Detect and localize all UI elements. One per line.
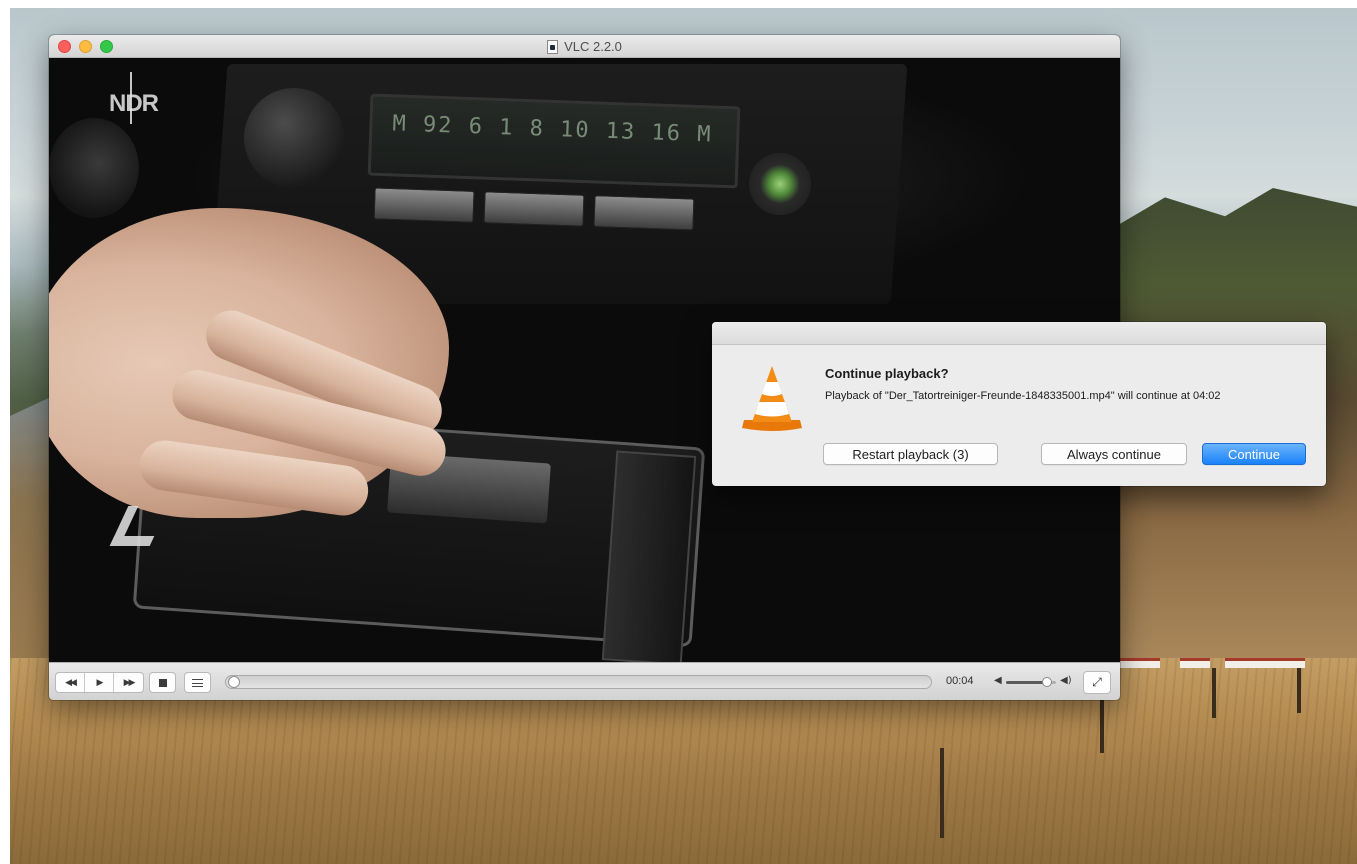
radio-button (373, 187, 475, 223)
channel-logo: NDR (109, 90, 159, 117)
radio-button (483, 191, 585, 227)
fullscreen-icon: ⤢ (1092, 675, 1102, 689)
playlist-button[interactable] (184, 672, 211, 693)
fence-post (940, 748, 944, 838)
cone-stripe-bottom (755, 402, 789, 417)
volume-knob[interactable] (1042, 677, 1052, 687)
always-continue-button[interactable]: Always continue (1041, 443, 1187, 465)
seek-bar[interactable] (225, 675, 932, 689)
radio-button (593, 195, 695, 231)
cassette-faceplate (601, 450, 697, 662)
volume-high-icon[interactable]: ◀) (1060, 675, 1072, 686)
window-title-wrap: VLC 2.2.0 (49, 35, 1120, 58)
rewind-icon[interactable]: ◀◀ (56, 673, 85, 692)
playback-controller: ◀◀ ▶ ▶▶ 00:04 ◀ ◀) ⤢ (49, 662, 1120, 700)
dialog-titlebar (712, 322, 1326, 345)
house (1120, 658, 1160, 668)
stop-icon (158, 678, 167, 687)
cone-stripe-top (762, 382, 782, 396)
continue-button[interactable]: Continue (1202, 443, 1306, 465)
play-icon[interactable]: ▶ (85, 673, 114, 692)
fence-post (1297, 668, 1301, 713)
dialog-message: Playback of "Der_Tatortreiniger-Freunde-… (825, 390, 1221, 402)
stop-button[interactable] (149, 672, 176, 693)
fullscreen-button[interactable]: ⤢ (1083, 671, 1111, 694)
fast-forward-icon[interactable]: ▶▶ (114, 673, 143, 692)
time-label: 00:04 (946, 675, 974, 687)
green-jack (749, 153, 811, 215)
continue-playback-dialog: Continue playback? Playback of "Der_Tato… (712, 322, 1326, 486)
document-icon (547, 39, 559, 54)
restart-playback-button[interactable]: Restart playback (3) (823, 443, 998, 465)
dialog-title: Continue playback? (825, 366, 949, 381)
radio-knob (244, 88, 344, 188)
house (1225, 658, 1305, 668)
volume-low-icon[interactable]: ◀ (994, 675, 1002, 686)
playlist-icon (192, 678, 203, 687)
transport-buttons: ◀◀ ▶ ▶▶ (55, 672, 144, 693)
window-titlebar[interactable]: VLC 2.2.0 (49, 35, 1120, 58)
fence-post (1100, 698, 1104, 753)
dashboard-knob-left (49, 118, 139, 218)
fence-post (1212, 668, 1216, 718)
window-title: VLC 2.2.0 (564, 39, 622, 54)
radio-display: M 92 6 1 8 10 13 16 M (367, 93, 741, 189)
house (1180, 658, 1210, 668)
vlc-cone-icon (742, 366, 802, 431)
seek-knob[interactable] (228, 676, 240, 688)
